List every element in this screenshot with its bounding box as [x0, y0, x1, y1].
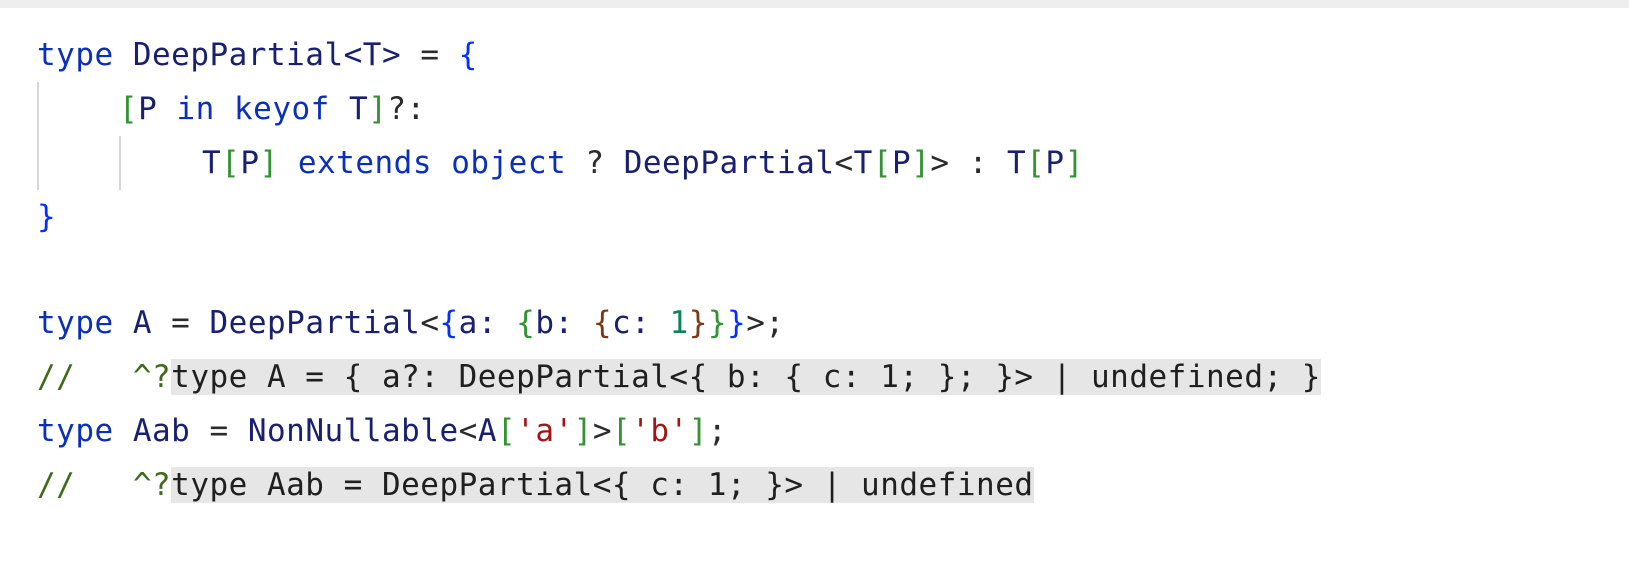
- ternary-colon: :: [968, 145, 988, 181]
- open-bracket: [: [221, 145, 241, 181]
- close-brace: }: [688, 305, 708, 341]
- type-ref: T: [349, 91, 369, 127]
- code-line-3: T[P] extends object ? DeepPartial<T[P]> …: [37, 136, 1321, 190]
- keyword-type: type: [37, 305, 114, 341]
- type-name: DeepPartial: [623, 145, 835, 181]
- angle-close: >: [592, 413, 613, 449]
- keyword-object: object: [451, 145, 567, 181]
- open-brace: {: [516, 305, 536, 341]
- open-bracket: [: [872, 145, 893, 181]
- close-bracket: ]: [911, 145, 931, 181]
- comment-marker: //: [37, 359, 76, 395]
- prop-b: b:: [535, 305, 574, 341]
- angle-close-semicolon: >;: [746, 305, 785, 341]
- close-bracket: ]: [1064, 145, 1084, 181]
- code-line-7: type Aab = NonNullable<A['a']>['b'];: [37, 404, 1321, 458]
- open-bracket: [: [119, 91, 139, 127]
- type-ref: T: [202, 145, 222, 181]
- keyword-in: in: [176, 91, 215, 127]
- close-brace: }: [727, 305, 747, 341]
- code-editor[interactable]: type DeepPartial<T> = { [P in keyof T]?:…: [0, 8, 1629, 577]
- open-brace: {: [458, 37, 478, 73]
- open-bracket: [: [612, 413, 632, 449]
- code-block[interactable]: type DeepPartial<T> = { [P in keyof T]?:…: [37, 28, 1321, 512]
- type-ref: T: [1007, 145, 1027, 181]
- code-line-8: // ^?type Aab = DeepPartial<{ c: 1; }> |…: [37, 458, 1321, 512]
- open-bracket: [: [1026, 145, 1046, 181]
- equals-sign: =: [209, 413, 229, 449]
- indent-guide: [37, 82, 39, 136]
- mapped-key: P: [138, 91, 158, 127]
- comment-marker: //: [37, 467, 76, 503]
- keyword-extends: extends: [297, 145, 433, 181]
- code-line-2: [P in keyof T]?:: [37, 82, 1321, 136]
- close-brace: }: [707, 305, 728, 341]
- code-line-5: type A = DeepPartial<{a: {b: {c: 1}}}>;: [37, 296, 1321, 350]
- type-hint: type A = { a?: DeepPartial<{ b: { c: 1; …: [171, 359, 1321, 395]
- equals-sign: =: [420, 37, 440, 73]
- type-ref: NonNullable: [247, 413, 459, 449]
- close-bracket: ]: [573, 413, 593, 449]
- indent-guide: [37, 136, 39, 190]
- type-ref: P: [240, 145, 260, 181]
- close-brace: }: [37, 199, 57, 235]
- indent-guide: [119, 136, 121, 190]
- open-brace: {: [439, 305, 459, 341]
- angle-open: <: [834, 145, 854, 181]
- twoslash-caret: ^?: [132, 359, 172, 395]
- type-name: DeepPartial: [132, 37, 344, 73]
- type-hint: type Aab = DeepPartial<{ c: 1; }> | unde…: [171, 467, 1034, 503]
- ternary-question: ?: [585, 145, 605, 181]
- type-ref: DeepPartial: [209, 305, 421, 341]
- keyword-keyof: keyof: [234, 91, 330, 127]
- code-line-4: }: [37, 190, 1321, 244]
- type-ref: A: [477, 413, 497, 449]
- code-line-6: // ^?type A = { a?: DeepPartial<{ b: { c…: [37, 350, 1321, 404]
- open-bracket: [: [497, 413, 517, 449]
- type-ref: T: [853, 145, 873, 181]
- keyword-type: type: [37, 37, 114, 73]
- code-line-1: type DeepPartial<T> = {: [37, 28, 1321, 82]
- semicolon: ;: [707, 413, 728, 449]
- optional-colon: ?:: [387, 91, 426, 127]
- close-bracket: ]: [688, 413, 708, 449]
- angle-close: >: [930, 145, 950, 181]
- type-name: Aab: [132, 413, 191, 449]
- twoslash-caret: ^?: [132, 467, 172, 503]
- type-ref: P: [892, 145, 912, 181]
- equals-sign: =: [171, 305, 191, 341]
- angle-open: <: [420, 305, 440, 341]
- string-literal: 'a': [516, 413, 574, 449]
- angle-open: <: [458, 413, 478, 449]
- type-ref: P: [1045, 145, 1065, 181]
- keyword-type: type: [37, 413, 114, 449]
- close-bracket: ]: [368, 91, 388, 127]
- number-literal: 1: [669, 305, 689, 341]
- type-name: A: [132, 305, 152, 341]
- type-params: <T>: [343, 37, 402, 73]
- prop-c: c:: [612, 305, 651, 341]
- string-literal: 'b': [631, 413, 689, 449]
- open-brace: {: [592, 305, 613, 341]
- close-bracket: ]: [259, 145, 279, 181]
- prop-a: a:: [458, 305, 497, 341]
- top-band: [0, 0, 1629, 8]
